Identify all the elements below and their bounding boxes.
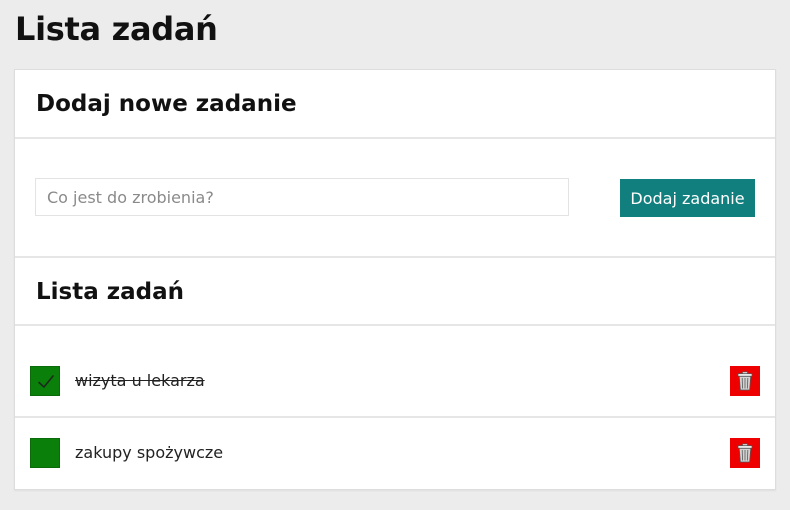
delete-task-button[interactable] (730, 366, 760, 396)
add-task-header: Dodaj nowe zadanie (15, 70, 775, 139)
add-task-button[interactable]: Dodaj zadanie (620, 179, 755, 217)
trash-icon (737, 443, 753, 463)
task-item: zakupy spożywcze (15, 418, 775, 489)
task-item: wizyta u lekarza (15, 326, 775, 418)
task-text: wizyta u lekarza (75, 371, 205, 390)
check-icon (38, 375, 54, 388)
delete-task-button[interactable] (730, 438, 760, 468)
task-text: zakupy spożywcze (75, 443, 224, 462)
task-checkbox-unchecked[interactable] (30, 438, 60, 468)
task-checkbox-checked[interactable] (30, 366, 60, 396)
add-task-form: Dodaj zadanie (15, 139, 775, 258)
new-task-input[interactable] (35, 178, 569, 216)
add-task-heading: Dodaj nowe zadanie (36, 91, 297, 117)
trash-icon (737, 371, 753, 391)
task-list: wizyta u lekarza zakupy spożywcze (15, 326, 775, 489)
page-title: Lista zadań (15, 10, 218, 48)
task-list-heading: Lista zadań (36, 279, 185, 305)
task-card: Dodaj nowe zadanie Dodaj zadanie Lista z… (14, 69, 776, 490)
task-list-header: Lista zadań (15, 258, 775, 326)
